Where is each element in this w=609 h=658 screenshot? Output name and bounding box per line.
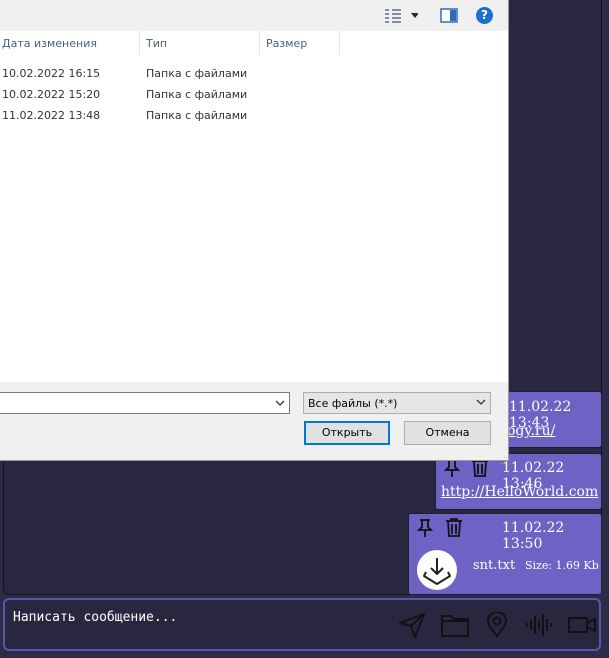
column-header-date[interactable]: Дата изменения (2, 37, 97, 50)
file-type: Папка с файлами (146, 88, 248, 101)
cancel-button[interactable]: Отмена (404, 421, 491, 445)
message-bubble: 11.02.22 13:43 ogy.ru/ (498, 391, 602, 448)
file-list: Дата изменения Тип Размер 10.02.2022 16:… (0, 31, 508, 382)
download-button[interactable] (417, 550, 457, 590)
file-name: snt.txt (473, 558, 516, 573)
file-date: 11.02.2022 13:48 (2, 109, 101, 122)
message-time: 11.02.22 13:50 (502, 520, 565, 552)
open-button[interactable]: Открыть (304, 421, 390, 445)
location-icon[interactable] (486, 611, 508, 642)
help-icon[interactable]: ? (476, 7, 493, 24)
file-type-filter-value: Все файлы (*.*) (308, 397, 398, 410)
send-icon[interactable] (398, 612, 426, 642)
message-bubble: 11.02.22 13:50 snt.txt Size: 1.69 Kb (408, 513, 602, 595)
audio-wave-icon[interactable] (525, 612, 553, 642)
message-input[interactable]: Написать сообщение... (13, 610, 177, 625)
message-link[interactable]: ogy.ru/ (507, 423, 555, 439)
message-link[interactable]: http://HelloWorld.com (441, 484, 598, 500)
folder-icon[interactable] (440, 612, 470, 642)
preview-pane-icon[interactable] (440, 8, 458, 27)
pin-icon[interactable] (443, 458, 461, 482)
file-row[interactable]: 11.02.2022 13:48 Папка с файлами (0, 105, 508, 126)
file-row[interactable]: 10.02.2022 16:15 Папка с файлами (0, 63, 508, 84)
column-header-size[interactable]: Размер (266, 37, 307, 50)
file-date: 10.02.2022 16:15 (2, 67, 101, 80)
file-type: Папка с файлами (146, 67, 248, 80)
download-icon (423, 558, 451, 585)
file-open-dialog: ? Дата изменения Тип Размер 10.02.2022 1… (0, 0, 509, 464)
column-separator[interactable] (139, 31, 140, 55)
column-header-type[interactable]: Тип (146, 37, 167, 50)
file-type: Папка с файлами (146, 109, 248, 122)
dialog-toolbar: ? (0, 0, 508, 31)
chevron-down-icon[interactable] (275, 395, 285, 414)
message-bubble: 11.02.22 13:46 http://HelloWorld.com (435, 453, 602, 510)
filename-input[interactable] (0, 392, 290, 414)
view-options-icon[interactable] (384, 8, 419, 28)
trash-icon[interactable] (444, 517, 464, 542)
column-separator[interactable] (339, 31, 340, 55)
message-input-bar: Написать сообщение... (3, 598, 601, 651)
file-size: Size: 1.69 Kb (525, 559, 599, 572)
resize-grip-icon[interactable] (497, 449, 506, 468)
file-date: 10.02.2022 15:20 (2, 88, 101, 101)
file-row[interactable]: 10.02.2022 15:20 Папка с файлами (0, 84, 508, 105)
chevron-down-icon (476, 395, 486, 412)
column-separator[interactable] (259, 31, 260, 55)
file-type-filter[interactable]: Все файлы (*.*) (303, 392, 491, 414)
pin-icon[interactable] (416, 518, 434, 542)
video-icon[interactable] (567, 612, 597, 642)
